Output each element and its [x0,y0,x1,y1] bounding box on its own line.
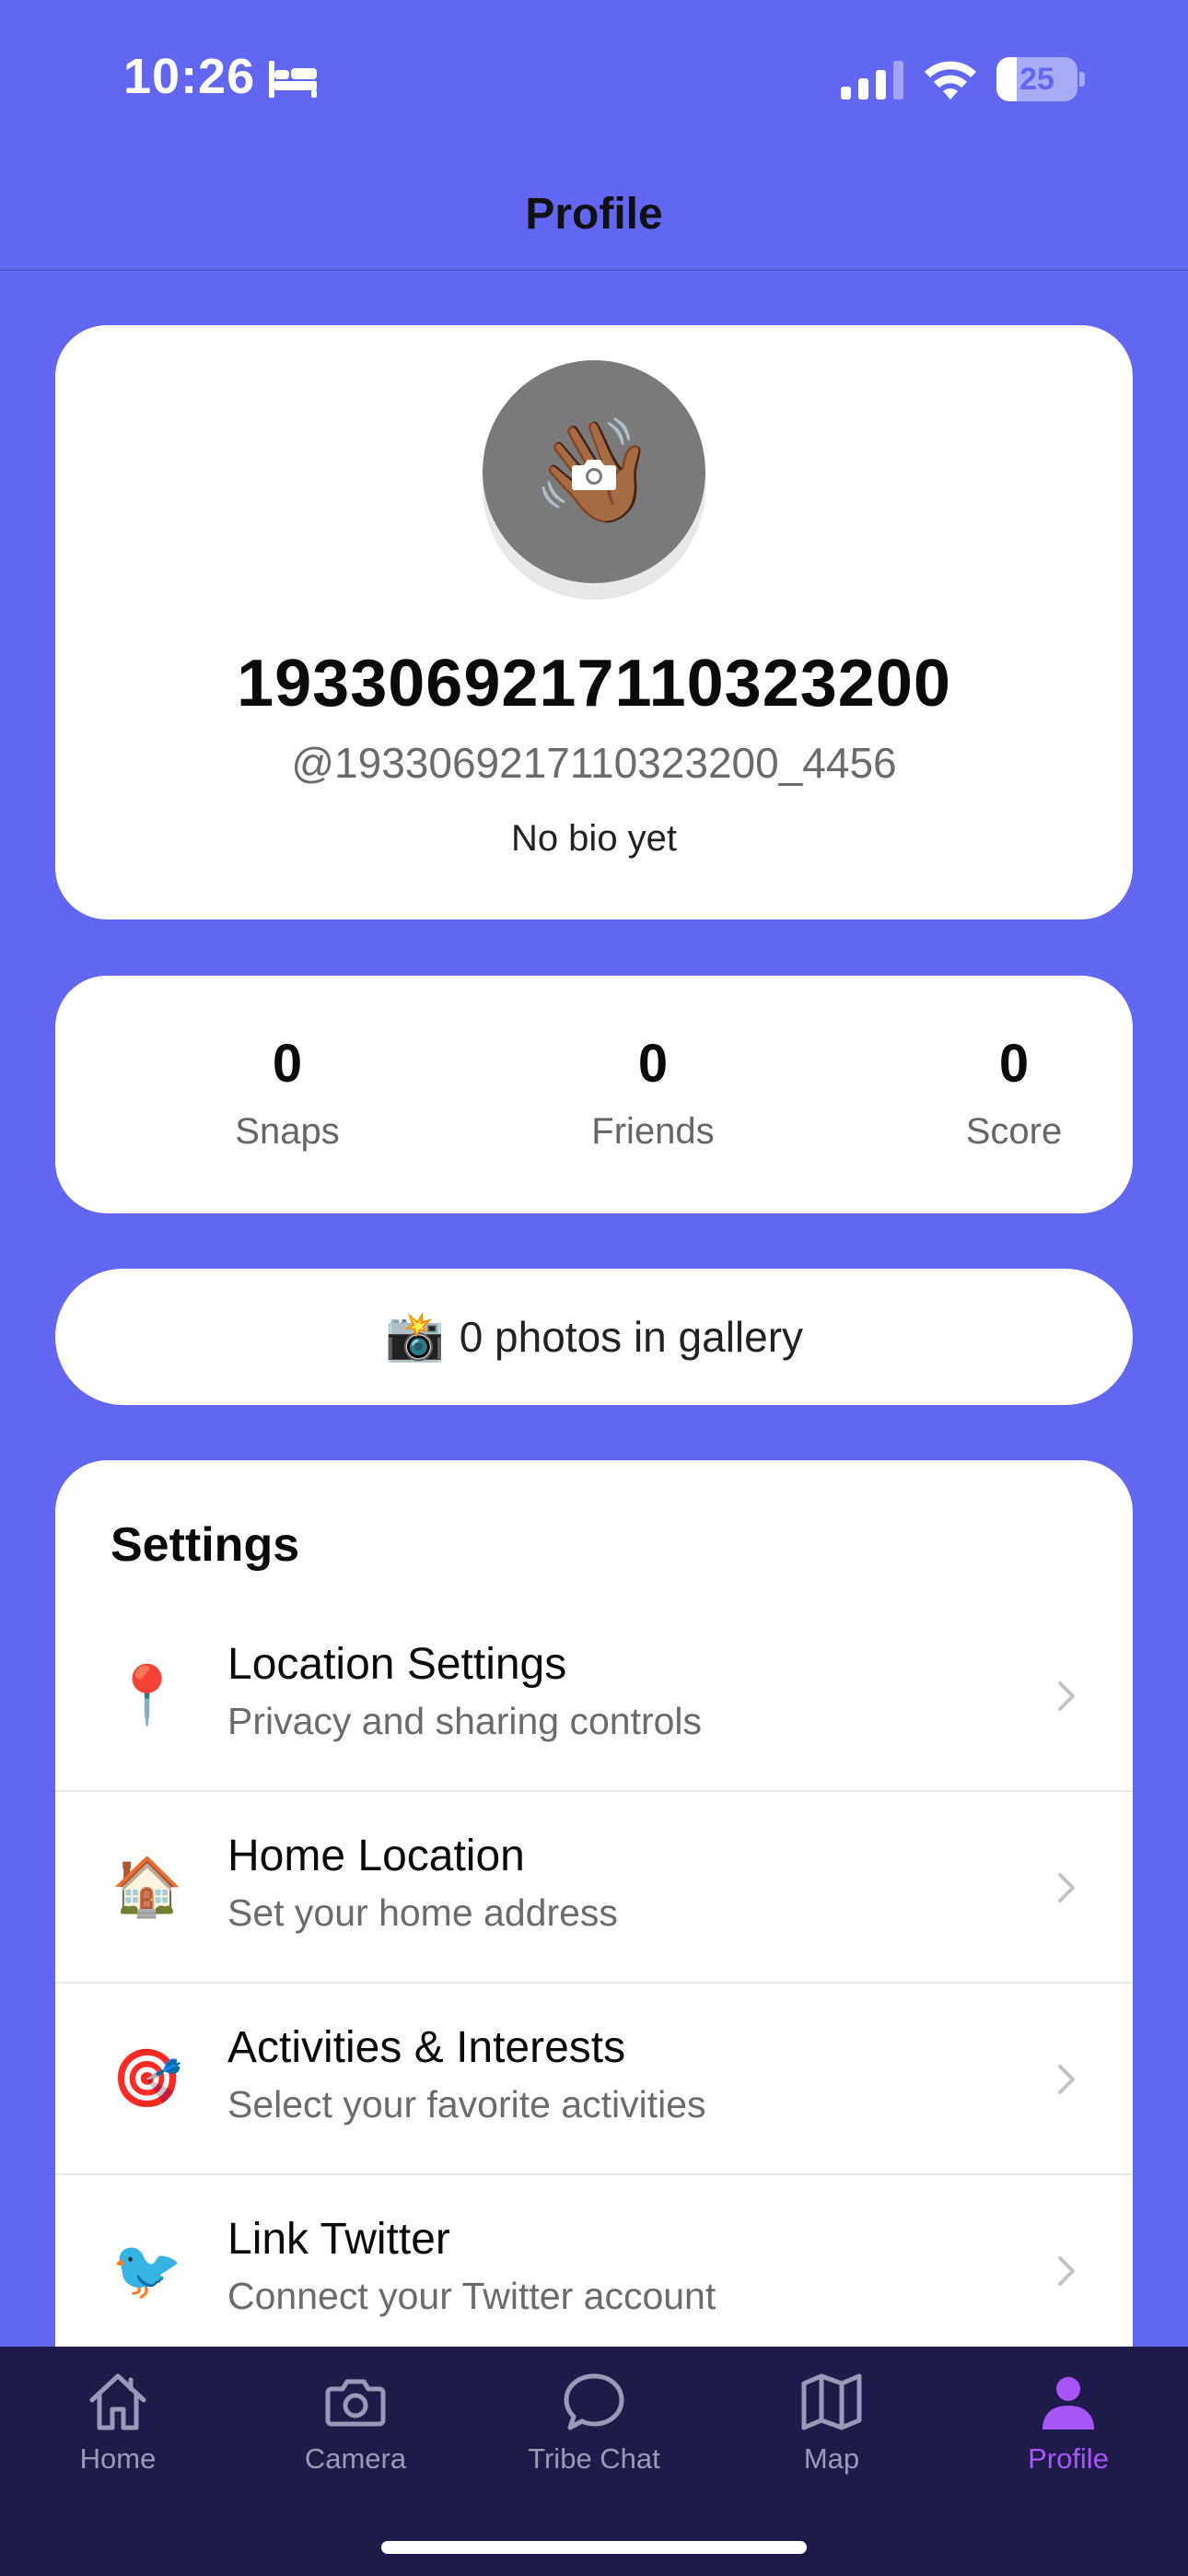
setting-home-location[interactable]: 🏠 Home Location Set your home address [55,1792,1133,1984]
tab-profile[interactable]: Profile [976,2369,1160,2498]
tab-map[interactable]: Map [740,2369,924,2498]
setting-location-settings[interactable]: 📍 Location Settings Privacy and sharing … [55,1600,1133,1792]
setting-title: Location Settings [227,1640,567,1689]
battery-icon: 25 [996,57,1085,101]
profile-screen: 10:26 25 Profile 👋🏾 [0,0,1188,2576]
username: @1933069217110323200_4456 [291,739,897,787]
tab-label: Tribe Chat [528,2442,660,2475]
setting-title: Home Location [227,1832,525,1880]
battery-percentage: 25 [1019,62,1054,97]
settings-title: Settings [111,1518,300,1572]
page-title: Profile [525,190,663,239]
map-icon [801,2373,862,2430]
gallery-count: 0 photos in gallery [459,1313,804,1361]
camera-flash-icon: 📸 [384,1310,445,1364]
setting-title: Activities & Interests [227,2023,626,2072]
gallery-button[interactable]: 📸 0 photos in gallery [55,1269,1133,1405]
status-time: 10:26 [123,49,256,104]
setting-subtitle: Privacy and sharing controls [227,1700,703,1742]
bed-icon [269,61,317,98]
stat-value: 0 [272,1034,303,1094]
stat-score[interactable]: 0 Score [876,1033,1152,1153]
stat-label: Score [965,1111,1063,1152]
stat-label: Snaps [235,1111,340,1152]
setting-link-twitter[interactable]: 🐦 Link Twitter Connect your Twitter acco… [55,2175,1133,2367]
setting-activities-interests[interactable]: 🎯 Activities & Interests Select your fav… [55,1984,1133,2175]
tab-camera[interactable]: Camera [263,2369,448,2498]
setting-subtitle: Select your favorite activities [227,2083,706,2125]
setting-subtitle: Set your home address [227,1891,618,1934]
chevron-right-icon [1058,2065,1075,2094]
display-name: 1933069217110323200 [237,647,951,720]
tab-label: Camera [304,2442,407,2475]
avatar[interactable]: 👋🏾 [483,360,705,600]
camera-icon[interactable] [571,456,617,491]
target-icon: 🎯 [111,2047,183,2111]
tab-label: Profile [1028,2442,1109,2475]
signal-icon [841,61,903,100]
stat-label: Friends [591,1111,715,1152]
home-icon [89,2373,146,2430]
chevron-right-icon [1058,1873,1075,1903]
wifi-icon [925,61,976,100]
chevron-right-icon [1058,2256,1075,2286]
tab-home[interactable]: Home [26,2369,210,2498]
tab-tribe-chat[interactable]: Tribe Chat [502,2369,686,2498]
stat-value: 0 [637,1034,669,1094]
person-icon [1042,2377,1094,2430]
bio: No bio yet [510,818,678,859]
pin-icon: 📍 [111,1664,183,1727]
stat-value: 0 [998,1034,1030,1094]
stat-snaps[interactable]: 0 Snaps [149,1033,425,1153]
setting-subtitle: Connect your Twitter account [227,2275,716,2317]
setting-title: Link Twitter [227,2215,450,2264]
stat-friends[interactable]: 0 Friends [515,1033,791,1153]
stats-card: 0 Snaps 0 Friends 0 Score [55,976,1133,1213]
chat-bubble-icon [564,2373,624,2430]
bird-icon: 🐦 [111,2239,183,2302]
house-icon: 🏠 [111,1856,183,1919]
home-indicator [381,2541,807,2554]
header-divider [0,269,1188,271]
profile-card: 👋🏾 1933069217110323200 @1933069217110323… [55,325,1133,919]
chevron-right-icon [1058,1681,1075,1711]
tab-label: Home [79,2442,157,2475]
camera-icon [325,2379,386,2427]
tab-label: Map [803,2442,860,2475]
